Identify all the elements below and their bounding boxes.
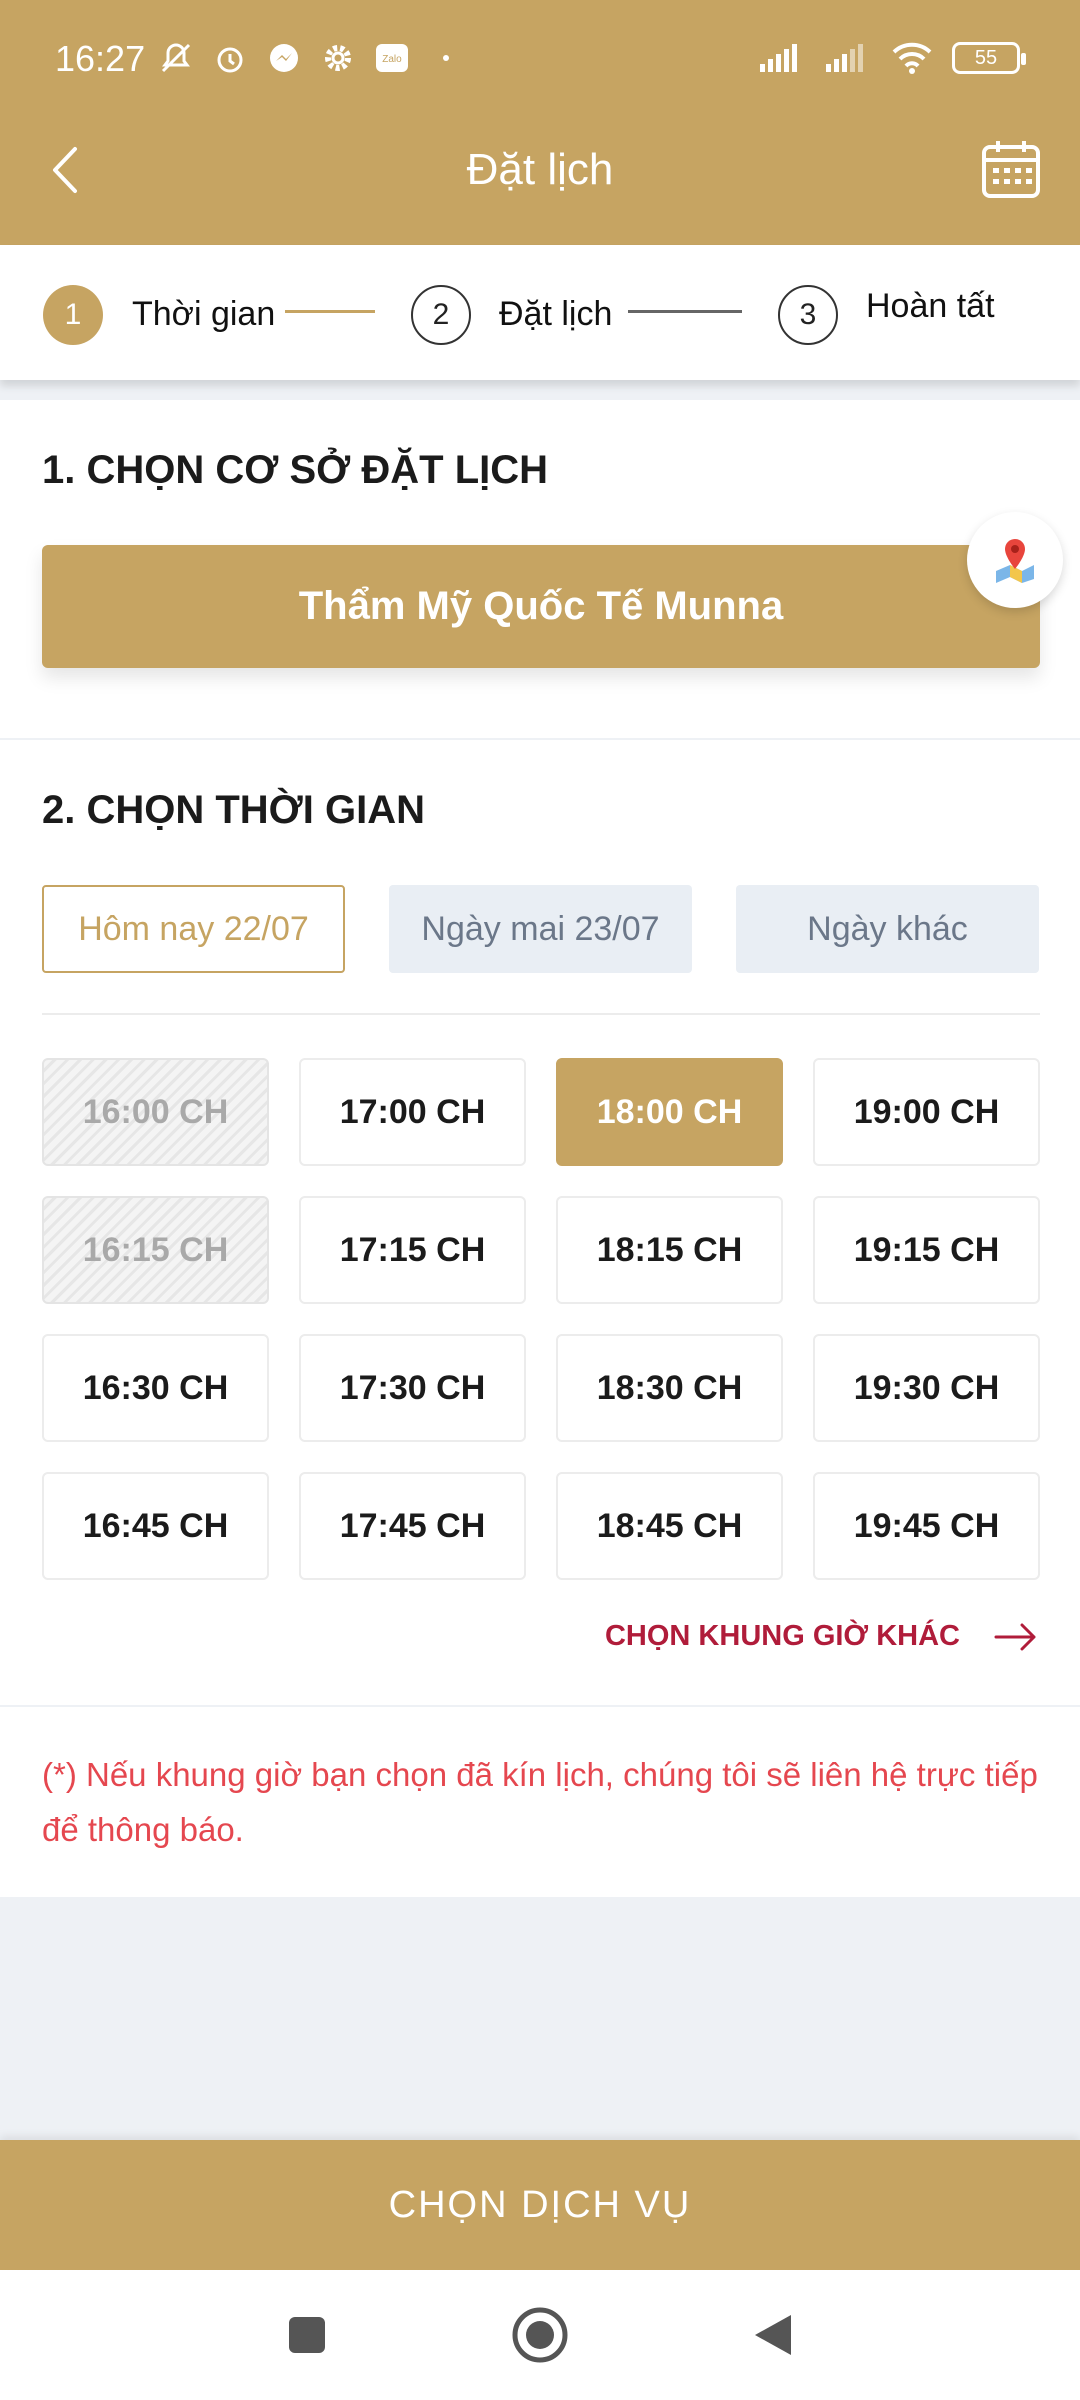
divider: [42, 1013, 1040, 1015]
mute-icon: [158, 40, 194, 76]
step-3-number: 3: [799, 298, 817, 331]
map-button[interactable]: [967, 512, 1063, 608]
step-2-number: 2: [432, 298, 450, 331]
time-slot[interactable]: 16:30 CH: [42, 1334, 269, 1442]
more-times-link[interactable]: CHỌN KHUNG GIỜ KHÁC: [605, 1620, 1038, 1653]
page-title: Đặt lịch: [466, 145, 614, 194]
branch-select-button[interactable]: Thẩm Mỹ Quốc Tế Munna: [42, 545, 1040, 668]
recents-button[interactable]: [277, 2305, 337, 2365]
time-slot[interactable]: 17:30 CH: [299, 1334, 526, 1442]
time-slot[interactable]: 16:45 CH: [42, 1472, 269, 1580]
home-button[interactable]: [510, 2305, 570, 2365]
time-slot[interactable]: 18:45 CH: [556, 1472, 783, 1580]
step-connector-1: [285, 310, 375, 313]
step-1-label: Thời gian: [132, 295, 276, 333]
time-section: 2. CHỌN THỜI GIAN Hôm nay 22/07 Ngày mai…: [0, 740, 1080, 1705]
time-slot[interactable]: 18:30 CH: [556, 1334, 783, 1442]
step-2-label: Đặt lịch: [499, 295, 613, 333]
calendar-icon: [982, 141, 1040, 198]
more-times-label: CHỌN KHUNG GIỜ KHÁC: [604, 1620, 960, 1652]
status-system-icons: 55: [758, 40, 1026, 76]
status-bar: 16:27 Zalo 55: [0, 0, 1080, 120]
messenger-icon: [266, 40, 302, 76]
time-slot[interactable]: 18:15 CH: [556, 1196, 783, 1304]
time-section-title: 2. CHỌN THỜI GIAN: [42, 788, 426, 832]
step-3-circle: 3: [778, 285, 838, 345]
signal-icon: [824, 40, 872, 76]
back-nav-button[interactable]: [743, 2305, 803, 2365]
time-slot[interactable]: 18:00 CH: [556, 1058, 783, 1166]
availability-note: (*) Nếu khung giờ bạn chọn đã kín lịch, …: [42, 1756, 1038, 1848]
app-header: 16:27 Zalo 55 Đặt lịch: [0, 0, 1080, 245]
time-slot[interactable]: 19:00 CH: [813, 1058, 1040, 1166]
status-notification-icons: Zalo: [158, 40, 464, 76]
time-slot[interactable]: 17:15 CH: [299, 1196, 526, 1304]
progress-stepper: 1 Thời gian 2 Đặt lịch 3 Hoàn tất: [0, 245, 1080, 380]
day-tab-tomorrow[interactable]: Ngày mai 23/07: [389, 885, 692, 973]
settings-icon: [320, 40, 356, 76]
note-section: (*) Nếu khung giờ bạn chọn đã kín lịch, …: [0, 1707, 1080, 1897]
step-1-number: 1: [64, 298, 82, 331]
branch-section-title: 1. CHỌN CƠ SỞ ĐẶT LỊCH: [42, 448, 549, 492]
time-slot[interactable]: 19:45 CH: [813, 1472, 1040, 1580]
signal-icon: [758, 40, 806, 76]
time-slot[interactable]: 17:45 CH: [299, 1472, 526, 1580]
step-connector-2: [628, 310, 742, 313]
battery-icon: 55: [952, 42, 1026, 74]
zalo-icon: Zalo: [374, 40, 410, 76]
battery-level: 55: [974, 46, 998, 69]
time-slot: 16:00 CH: [42, 1058, 269, 1166]
home-icon: [512, 2307, 568, 2363]
arrow-right-icon: [994, 1623, 1036, 1650]
time-slot[interactable]: 19:30 CH: [813, 1334, 1040, 1442]
time-slot[interactable]: 17:00 CH: [299, 1058, 526, 1166]
wifi-icon: [890, 40, 934, 76]
step-2-circle: 2: [411, 285, 471, 345]
step-1-circle: 1: [43, 285, 103, 345]
svg-text:Zalo: Zalo: [382, 54, 402, 65]
day-tab-other[interactable]: Ngày khác: [736, 885, 1039, 973]
map-pin-icon: [996, 539, 1034, 583]
system-nav-bar: [0, 2270, 1080, 2400]
status-time: 16:27: [55, 38, 146, 79]
back-icon: [755, 2315, 791, 2355]
time-slot: 16:15 CH: [42, 1196, 269, 1304]
day-tab-today[interactable]: Hôm nay 22/07: [42, 885, 345, 973]
time-slot[interactable]: 19:15 CH: [813, 1196, 1040, 1304]
alarm-icon: [212, 40, 248, 76]
recents-icon: [289, 2317, 325, 2353]
calendar-button[interactable]: [980, 138, 1042, 200]
choose-service-button[interactable]: CHỌN DỊCH VỤ: [0, 2140, 1080, 2270]
dot-icon: [428, 40, 464, 76]
branch-section: 1. CHỌN CƠ SỞ ĐẶT LỊCH Thẩm Mỹ Quốc Tế M…: [0, 400, 1080, 738]
step-3-label: Hoàn tất: [866, 287, 995, 325]
